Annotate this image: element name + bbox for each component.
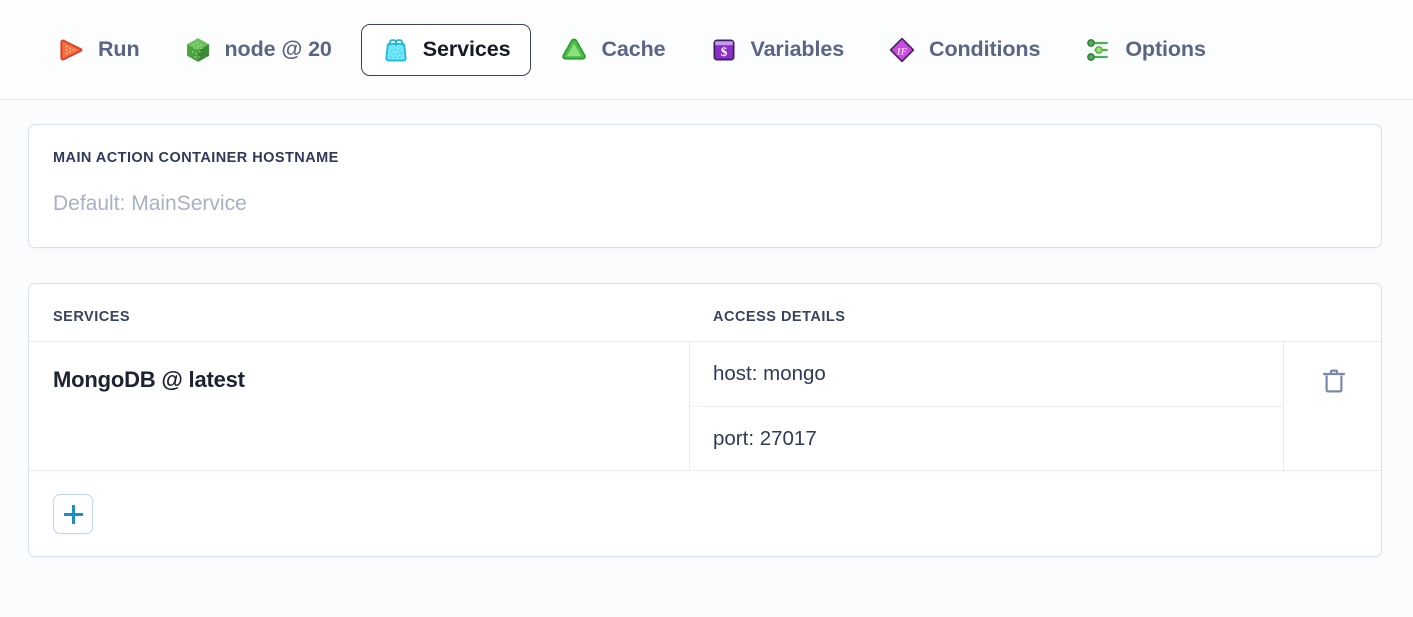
- play-icon: [57, 36, 85, 64]
- main-action-container-hostname-card: MAIN ACTION CONTAINER HOSTNAME: [28, 124, 1382, 248]
- tab-label: Options: [1125, 37, 1206, 62]
- tab-node[interactable]: node @ 20: [169, 24, 347, 76]
- tab-variables[interactable]: $ Variables: [695, 24, 860, 76]
- plus-icon: [64, 505, 83, 524]
- tab-label: Run: [98, 37, 140, 62]
- table-row: MongoDB @ latest host: mongo port: 27017: [29, 342, 1381, 471]
- tab-label: node @ 20: [225, 37, 332, 62]
- access-detail-port: port: 27017: [690, 407, 1283, 472]
- variables-dollar-icon: $: [710, 36, 738, 64]
- svg-text:IF: IF: [896, 46, 908, 57]
- tab-label: Services: [423, 37, 511, 62]
- tab-label: Variables: [751, 37, 845, 62]
- services-table-header: SERVICES ACCESS DETAILS: [29, 284, 1381, 342]
- conditions-if-diamond-icon: IF: [888, 36, 916, 64]
- access-detail-host: host: mongo: [690, 342, 1283, 407]
- column-header-services: SERVICES: [53, 309, 130, 325]
- trash-icon: [1322, 368, 1346, 394]
- services-table-card: SERVICES ACCESS DETAILS MongoDB @ latest…: [28, 283, 1382, 557]
- node-cube-icon: [184, 36, 212, 64]
- tab-options[interactable]: Options: [1069, 24, 1221, 76]
- hostname-field-label: MAIN ACTION CONTAINER HOSTNAME: [53, 150, 339, 166]
- tab-cache[interactable]: Cache: [545, 24, 680, 76]
- delete-service-button[interactable]: [1284, 342, 1382, 471]
- tab-bar: Run node @ 20 Services: [0, 0, 1413, 100]
- service-name: MongoDB @ latest: [53, 367, 245, 393]
- tab-services[interactable]: Services: [361, 24, 532, 76]
- add-service-row: [29, 471, 1381, 557]
- cache-triangle-icon: [560, 36, 588, 64]
- tab-run[interactable]: Run: [42, 24, 155, 76]
- tab-conditions[interactable]: IF Conditions: [873, 24, 1055, 76]
- options-sliders-icon: [1084, 36, 1112, 64]
- column-header-access-details: ACCESS DETAILS: [713, 309, 845, 325]
- add-service-button[interactable]: [53, 494, 93, 534]
- services-bag-icon: [382, 36, 410, 64]
- hostname-input[interactable]: [53, 187, 1333, 221]
- tab-label: Conditions: [929, 37, 1040, 62]
- tab-label: Cache: [601, 37, 665, 62]
- svg-text:$: $: [720, 44, 727, 59]
